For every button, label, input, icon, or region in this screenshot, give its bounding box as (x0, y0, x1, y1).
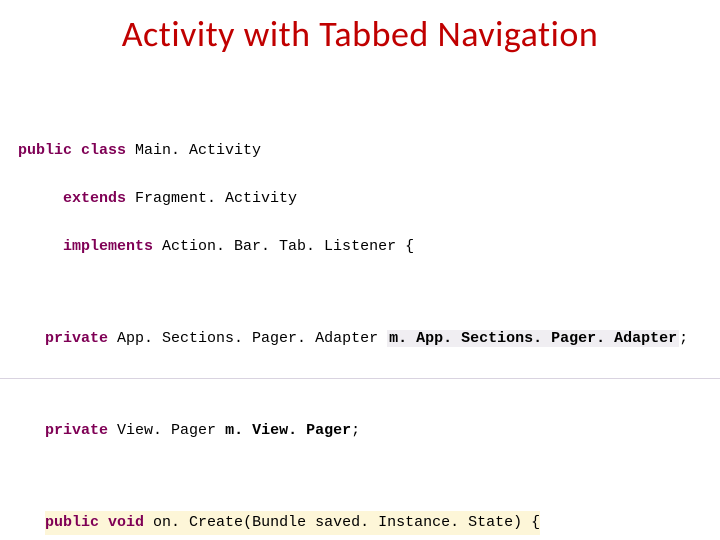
keyword: extends (63, 190, 126, 207)
code-text: on. Create(Bundle saved. Instance. State… (144, 514, 540, 531)
code-line: public class Main. Activity (0, 139, 720, 163)
keyword: public class (18, 142, 126, 159)
field-name: m. View. Pager (225, 422, 351, 439)
blank-line (0, 283, 720, 303)
code-text: ; (351, 422, 360, 439)
code-line: implements Action. Bar. Tab. Listener { (0, 235, 720, 259)
code-text: App. Sections. Pager. Adapter (108, 330, 387, 347)
slide: Activity with Tabbed Navigation public c… (0, 0, 720, 540)
code-text: Main. Activity (126, 142, 261, 159)
code-line: private App. Sections. Pager. Adapter m.… (0, 327, 720, 351)
field-name: m. App. Sections. Pager. Adapter (387, 330, 679, 347)
code-line: extends Fragment. Activity (0, 187, 720, 211)
slide-title: Activity with Tabbed Navigation (0, 12, 720, 56)
keyword: public void (45, 514, 144, 531)
keyword: implements (63, 238, 153, 255)
blank-line (0, 467, 720, 487)
code-text: Fragment. Activity (126, 190, 297, 207)
highlighted-line: public void on. Create(Bundle saved. Ins… (45, 511, 540, 535)
code-block: public class Main. Activity extends Frag… (0, 115, 720, 540)
code-text: View. Pager (108, 422, 225, 439)
code-line: private View. Pager m. View. Pager; (0, 419, 720, 443)
code-line: public void on. Create(Bundle saved. Ins… (0, 511, 720, 535)
keyword: private (45, 422, 108, 439)
code-text: Action. Bar. Tab. Listener { (153, 238, 414, 255)
divider (0, 378, 720, 379)
keyword: private (45, 330, 108, 347)
code-text: ; (679, 330, 688, 347)
